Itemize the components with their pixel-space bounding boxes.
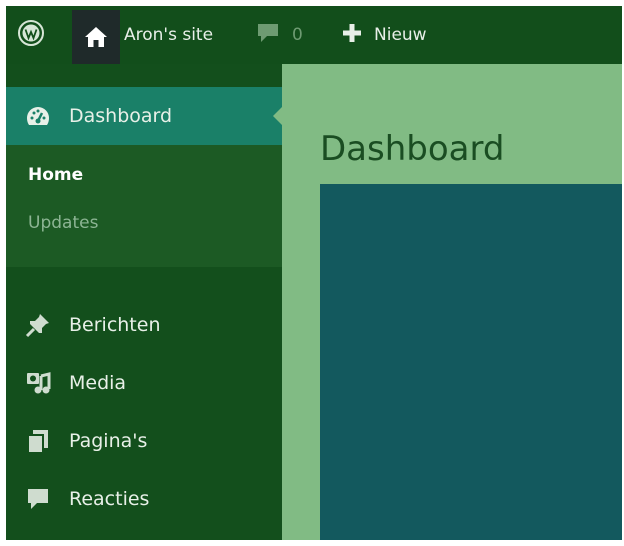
sidebar-item-label: Berichten [69, 314, 161, 336]
main-content: Dashboard [282, 64, 622, 540]
sidebar-item-label: Dashboard [69, 105, 173, 127]
plus-icon [342, 23, 362, 48]
sidebar-item-media[interactable]: Media [6, 354, 282, 412]
admin-bar: Aron's site 0 Nieuw [6, 6, 622, 64]
page-title: Dashboard [320, 128, 505, 169]
new-content-button[interactable]: Nieuw [342, 6, 427, 64]
sidebar-item-label: Pagina's [69, 430, 148, 452]
site-name: Aron's site [124, 25, 214, 45]
sidebar-item-berichten[interactable]: Berichten [6, 296, 282, 354]
dashboard-submenu: Home Updates [6, 145, 282, 267]
pages-icon [24, 427, 52, 455]
dashboard-gauge-icon [24, 102, 52, 130]
wp-admin-window: Aron's site 0 Nieuw Dashboard Home Updat… [6, 6, 622, 540]
comments-link[interactable]: 0 [256, 6, 303, 64]
sidebar-item-label: Reacties [69, 488, 150, 510]
dashboard-panel [320, 184, 622, 540]
media-icon [24, 369, 52, 397]
pushpin-icon [24, 311, 52, 339]
submenu-item-home[interactable]: Home [28, 165, 83, 185]
home-icon [72, 10, 120, 64]
comment-bubble-icon [256, 22, 280, 49]
new-label: Nieuw [374, 25, 427, 45]
wordpress-logo-button[interactable] [16, 6, 46, 64]
comment-icon [24, 485, 52, 513]
submenu-item-updates[interactable]: Updates [28, 213, 98, 233]
sidebar-item-label: Media [69, 372, 127, 394]
sidebar-item-reacties[interactable]: Reacties [6, 470, 282, 528]
sidebar-item-paginas[interactable]: Pagina's [6, 412, 282, 470]
sidebar-item-dashboard[interactable]: Dashboard [6, 87, 283, 145]
wordpress-logo-icon [18, 19, 44, 51]
comments-count: 0 [292, 25, 303, 45]
site-link[interactable]: Aron's site [72, 6, 221, 64]
admin-sidebar: Dashboard Home Updates Berichten Media P… [6, 64, 283, 540]
